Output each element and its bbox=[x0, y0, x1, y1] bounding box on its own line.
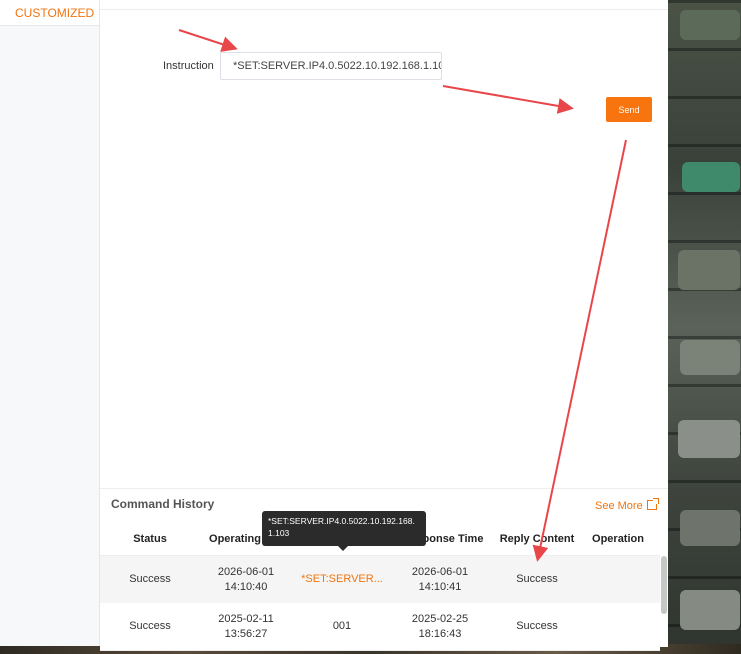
status-cell: Success bbox=[129, 620, 171, 632]
table-scrollbar[interactable] bbox=[661, 556, 667, 614]
response-time-cell: 2026-06-01 14:10:41 bbox=[392, 565, 488, 595]
send-button[interactable]: Send bbox=[606, 97, 652, 122]
command-panel: CUSTOMIZED Instruction Send Command Hist… bbox=[0, 0, 668, 651]
see-more-label: See More bbox=[595, 500, 643, 512]
map-tile bbox=[680, 590, 740, 630]
op-date: 2025-02-11 bbox=[218, 613, 274, 625]
instruction-cell-link[interactable]: *SET:SERVER... bbox=[292, 573, 392, 585]
map-tile bbox=[678, 420, 740, 458]
resp-time: 18:16:43 bbox=[418, 628, 462, 640]
response-time-cell: 2025-02-25 18:16:43 bbox=[392, 612, 488, 642]
map-background bbox=[668, 0, 741, 654]
operating-time-cell: 2025-02-11 13:56:27 bbox=[200, 612, 292, 642]
sidebar: CUSTOMIZED bbox=[0, 0, 100, 646]
header-divider bbox=[100, 9, 668, 10]
map-tile bbox=[678, 250, 740, 290]
operating-time-cell: 2026-06-01 14:10:40 bbox=[200, 565, 292, 595]
reply-cell: Success bbox=[516, 620, 558, 632]
op-time: 13:56:27 bbox=[224, 628, 268, 640]
op-time: 14:10:40 bbox=[224, 581, 268, 593]
map-tile bbox=[682, 162, 740, 192]
resp-date: 2025-02-25 bbox=[411, 613, 469, 625]
status-cell: Success bbox=[129, 573, 171, 585]
sidebar-item-customized[interactable]: CUSTOMIZED bbox=[0, 0, 99, 26]
instruction-label: Instruction bbox=[163, 60, 214, 72]
table-row: Success 2026-06-01 14:10:40 *SET:SERVER..… bbox=[100, 556, 660, 604]
map-tile bbox=[680, 340, 740, 375]
col-status: Status bbox=[133, 533, 167, 545]
col-response-time: ponse Time bbox=[422, 533, 484, 545]
col-operating: Operating bbox=[209, 533, 261, 545]
resp-date: 2026-06-01 bbox=[411, 566, 469, 578]
map-tile bbox=[680, 510, 740, 546]
map-tile bbox=[680, 10, 740, 40]
instruction-input[interactable] bbox=[220, 52, 442, 80]
col-reply-content: Reply Content bbox=[499, 533, 575, 545]
table-row: Success 2025-02-11 13:56:27 001 2025-02-2… bbox=[100, 603, 660, 651]
col-operation: Operation bbox=[592, 533, 644, 545]
see-more-link[interactable]: See More bbox=[595, 498, 659, 512]
resp-time: 14:10:41 bbox=[418, 581, 462, 593]
op-date: 2026-06-01 bbox=[217, 566, 275, 578]
history-title: Command History bbox=[111, 497, 215, 511]
instruction-cell: 001 bbox=[332, 620, 352, 632]
instruction-tooltip: *SET:SERVER.IP4.0.5022.10.192.168.1.103 bbox=[262, 511, 426, 551]
reply-cell: Success bbox=[516, 573, 558, 585]
sidebar-item-label: CUSTOMIZED bbox=[15, 6, 95, 20]
external-link-icon bbox=[646, 498, 659, 510]
